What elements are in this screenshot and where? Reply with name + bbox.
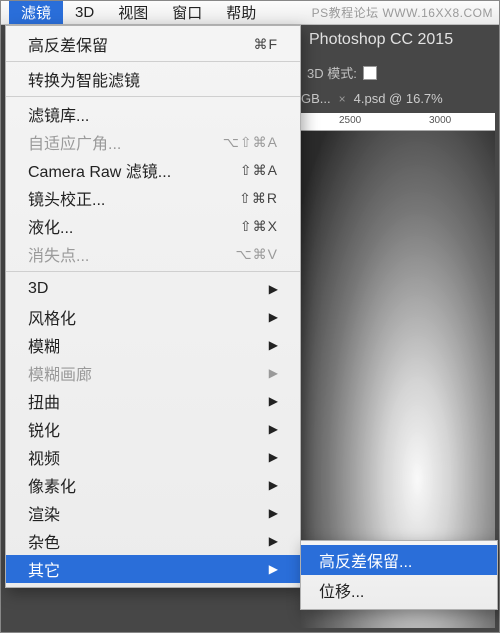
menu-item-label: 其它 bbox=[28, 557, 263, 581]
menu-convert-smart-filter[interactable]: 转换为智能滤镜 bbox=[6, 65, 300, 93]
chevron-right-icon: ▶ bbox=[269, 450, 278, 464]
separator bbox=[6, 271, 300, 272]
close-tab-icon[interactable]: × bbox=[339, 92, 346, 106]
menu-other[interactable]: 其它 ▶ bbox=[6, 555, 300, 583]
ruler-tick: 2500 bbox=[339, 115, 361, 126]
menu-item-label: 转换为智能滤镜 bbox=[28, 67, 278, 91]
menu-distort[interactable]: 扭曲 ▶ bbox=[6, 387, 300, 415]
menu-item-label: 自适应广角... bbox=[28, 130, 215, 154]
menu-liquify[interactable]: 液化... ⇧⌘X bbox=[6, 212, 300, 240]
menu-blur[interactable]: 模糊 ▶ bbox=[6, 331, 300, 359]
chevron-right-icon: ▶ bbox=[269, 338, 278, 352]
shortcut: ⌘F bbox=[253, 36, 278, 53]
mode-swatch[interactable] bbox=[363, 66, 377, 80]
menu-noise[interactable]: 杂色 ▶ bbox=[6, 527, 300, 555]
menu-3d[interactable]: 3D bbox=[63, 1, 106, 24]
menu-3d-sub[interactable]: 3D ▶ bbox=[6, 275, 300, 303]
ruler-horizontal: 2500 3000 bbox=[301, 113, 495, 131]
watermark: PS教程论坛 WWW.16XX8.COM bbox=[312, 4, 493, 21]
options-3d-mode: 3D 模式: bbox=[307, 63, 377, 82]
menu-sharpen[interactable]: 锐化 ▶ bbox=[6, 415, 300, 443]
document-tabbar: GB... × 4.psd @ 16.7% bbox=[301, 91, 443, 106]
chevron-right-icon: ▶ bbox=[269, 282, 278, 296]
shortcut: ⇧⌘A bbox=[240, 162, 278, 179]
menu-item-label: 镜头校正... bbox=[28, 186, 231, 210]
menu-item-label: 模糊画廊 bbox=[28, 361, 263, 385]
separator bbox=[6, 61, 300, 62]
menu-item-label: 扭曲 bbox=[28, 389, 263, 413]
menu-filter-gallery[interactable]: 滤镜库... bbox=[6, 100, 300, 128]
chevron-right-icon: ▶ bbox=[269, 366, 278, 380]
ruler-tick: 3000 bbox=[429, 115, 451, 126]
separator bbox=[6, 96, 300, 97]
chevron-right-icon: ▶ bbox=[269, 478, 278, 492]
menu-adaptive-wide-angle: 自适应广角... ⌥⇧⌘A bbox=[6, 128, 300, 156]
menu-help[interactable]: 帮助 bbox=[214, 1, 268, 24]
menu-camera-raw-filter[interactable]: Camera Raw 滤镜... ⇧⌘A bbox=[6, 156, 300, 184]
menu-item-label: 液化... bbox=[28, 214, 232, 238]
menu-item-label: Camera Raw 滤镜... bbox=[28, 158, 232, 182]
menu-blur-gallery: 模糊画廊 ▶ bbox=[6, 359, 300, 387]
menu-window[interactable]: 窗口 bbox=[160, 1, 214, 24]
menu-item-label: 高反差保留 bbox=[28, 32, 245, 56]
menu-pixelate[interactable]: 像素化 ▶ bbox=[6, 471, 300, 499]
menu-stylize[interactable]: 风格化 ▶ bbox=[6, 303, 300, 331]
chevron-right-icon: ▶ bbox=[269, 534, 278, 548]
menu-item-label: 滤镜库... bbox=[28, 102, 278, 126]
menu-item-label: 模糊 bbox=[28, 333, 263, 357]
chevron-right-icon: ▶ bbox=[269, 394, 278, 408]
menu-video[interactable]: 视频 ▶ bbox=[6, 443, 300, 471]
menu-item-label: 高反差保留... bbox=[319, 548, 479, 572]
shortcut: ⇧⌘R bbox=[239, 190, 278, 207]
menu-vanishing-point: 消失点... ⌥⌘V bbox=[6, 240, 300, 268]
menu-view[interactable]: 视图 bbox=[106, 1, 160, 24]
menu-filter[interactable]: 滤镜 bbox=[9, 1, 63, 24]
other-submenu: 高反差保留... 位移... bbox=[300, 540, 498, 610]
submenu-high-pass[interactable]: 高反差保留... bbox=[301, 545, 497, 575]
chevron-right-icon: ▶ bbox=[269, 310, 278, 324]
mode-label: 3D 模式: bbox=[307, 63, 357, 82]
submenu-offset[interactable]: 位移... bbox=[301, 575, 497, 605]
chevron-right-icon: ▶ bbox=[269, 506, 278, 520]
menu-item-label: 像素化 bbox=[28, 473, 263, 497]
menu-item-label: 位移... bbox=[319, 578, 479, 602]
shortcut: ⌥⌘V bbox=[236, 246, 278, 263]
chevron-right-icon: ▶ bbox=[269, 422, 278, 436]
menu-lens-correction[interactable]: 镜头校正... ⇧⌘R bbox=[6, 184, 300, 212]
shortcut: ⇧⌘X bbox=[240, 218, 278, 235]
shortcut: ⌥⇧⌘A bbox=[223, 134, 278, 151]
menu-item-label: 渲染 bbox=[28, 501, 263, 525]
menu-item-label: 杂色 bbox=[28, 529, 263, 553]
menu-last-filter[interactable]: 高反差保留 ⌘F bbox=[6, 30, 300, 58]
chevron-right-icon: ▶ bbox=[269, 562, 278, 576]
app-title: Photoshop CC 2015 bbox=[309, 31, 453, 49]
menu-item-label: 3D bbox=[28, 280, 263, 298]
menu-item-label: 视频 bbox=[28, 445, 263, 469]
menu-item-label: 风格化 bbox=[28, 305, 263, 329]
filter-dropdown: 高反差保留 ⌘F 转换为智能滤镜 滤镜库... 自适应广角... ⌥⇧⌘A Ca… bbox=[5, 25, 301, 588]
tab-gb[interactable]: GB... bbox=[301, 91, 331, 106]
tab-doc[interactable]: 4.psd @ 16.7% bbox=[354, 91, 443, 106]
menu-render[interactable]: 渲染 ▶ bbox=[6, 499, 300, 527]
menu-item-label: 锐化 bbox=[28, 417, 263, 441]
menu-item-label: 消失点... bbox=[28, 242, 228, 266]
